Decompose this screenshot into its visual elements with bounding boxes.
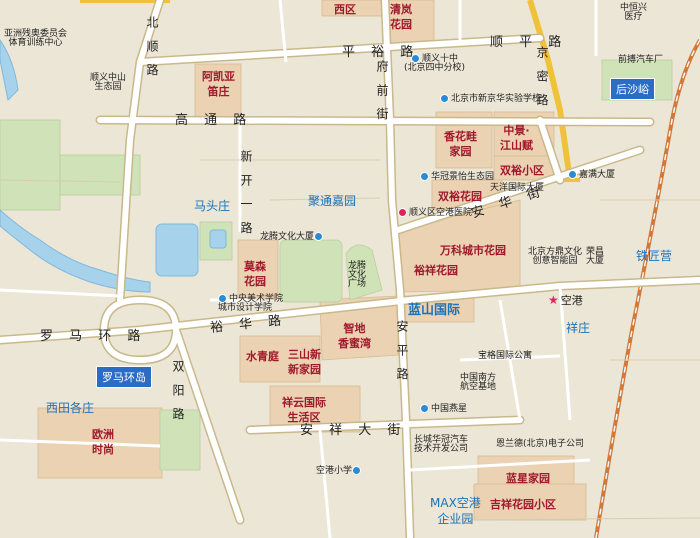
area-matouzhuang: 马头庄 [194,199,231,213]
area-xitiangezhuang: 西田各庄 [46,401,95,415]
district-xianghua: 香花畦 家园 [444,130,477,158]
poi-xinjinghua[interactable]: 北京市新京华实验学校 [440,94,541,104]
road-label-gaotong: 高 通 路 [175,113,253,128]
poi-qianyang-auto[interactable]: 前搏汽车厂 [618,56,663,65]
poi-huaguan-label: 华冠景怡生态园 [431,172,495,182]
road-label-luoma: 罗 马 环 路 [40,329,147,344]
star-icon: ★ [548,293,559,307]
poi-fangyuan[interactable]: 北京方鼎文化 创意智能园 [528,248,582,266]
district-shuangyu-xiaoqu: 双裕小区 [500,164,544,177]
poi-zhongheng[interactable]: 中恒兴 医疗 [620,4,647,22]
poi-jiaman-label: 嘉满大厦 [579,170,616,180]
poi-baosheng[interactable]: 宝格国际公寓 [478,352,532,361]
landmark-icon [420,172,429,181]
district-akaiya: 阿凯亚 笛庄 [202,70,235,98]
poi-shunyi-hospital[interactable]: 顺义区空港医院 [398,208,472,218]
poi-airport-primary-label: 空港小学 [316,466,353,476]
poi-art-academy-label: 中央美术学院 城市设计学院 [218,294,284,313]
poi-huaguan[interactable]: 华冠景怡生态园 [420,172,494,182]
poi-jiaman[interactable]: 嘉满大厦 [568,170,615,180]
road-label-xinkaiyi: 新 开 一 路 [239,150,253,238]
poi-nanfang-air[interactable]: 中国南方 航空基地 [460,374,496,392]
school-icon [411,54,420,63]
district-zhongjing: 中景· 江山赋 [500,124,533,152]
poi-airport-primary[interactable]: 空港小学 [316,466,363,476]
district-ouzhou: 欧洲 时尚 [92,428,114,456]
poi-airport[interactable]: ★ 空港 [548,294,583,306]
poi-yanjing[interactable]: 中国燕星 [420,404,467,414]
building-icon [568,170,577,179]
road-label-shunping: 顺 平 路 [490,35,568,50]
poi-airport-label: 空港 [560,294,583,307]
poi-xinjinghua-label: 北京市新京华实验学校 [451,94,542,104]
district-yuxiang: 裕祥花园 [414,264,458,277]
district-xiyuan: 西区 [334,3,356,16]
poi-changcheng[interactable]: 长城华冠汽车 技术开发公司 [414,436,468,454]
poi-shunyi-10th[interactable]: 顺义十中 (北京四中分校) [404,54,465,73]
district-wanke: 万科城市花园 [440,244,506,257]
district-xiangyun: 祥云国际 生活区 [282,396,326,424]
road-label-anxiang: 安 祥 大 街 [300,423,407,438]
railway-dash [595,39,700,538]
district-mosen: 莫森 花园 [244,260,266,288]
poi-tianyang[interactable]: 天洋国际大厦 [490,184,544,193]
landmark-icon [420,404,429,413]
road-label-shuangyang: 双 阳 路 [171,360,185,424]
road-label-anping: 安 平 路 [395,320,409,384]
district-qinglan: 清岚 花园 [390,3,412,31]
district-shuangyu-huayuan: 双裕花园 [438,190,482,203]
poi-xinlantian[interactable]: 恩兰德(北京)电子公司 [496,440,584,449]
map-canvas[interactable]: { "colors":{"background":"#ece6d6","resi… [0,0,700,538]
badge-houshayu[interactable]: 后沙峪 [610,78,655,100]
district-sanshan: 三山新 新家园 [288,348,321,376]
road-label-fuqian: 府 前 街 [375,60,389,124]
railway [594,38,700,538]
poi-longteng[interactable]: 龙腾文化大厦 [260,232,325,242]
school-icon [352,466,362,475]
district-zhidi: 智地 香蜜湾 [338,322,371,350]
building-icon [314,232,324,241]
poi-shunyi-zhongshan[interactable]: 顺义中山 生态园 [90,74,126,92]
district-landshan: 蓝山国际 [408,303,461,318]
district-shuiqingting: 水青庭 [246,350,279,363]
badge-luoma-island[interactable]: 罗马环岛 [96,366,152,388]
hospital-icon [398,208,407,217]
poi-rongyu[interactable]: 荣昌 大厦 [586,248,604,266]
poi-longteng-label: 龙腾文化大厦 [260,232,315,242]
poi-hospital-label: 顺义区空港医院 [409,208,473,218]
poi-longteng-square[interactable]: 龙腾 文化 广场 [348,262,366,289]
school-icon [440,94,449,103]
district-jixiang: 吉祥花园小区 [490,498,556,511]
area-jutong: 聚通嘉园 [308,194,357,208]
area-xiaozhuang: 祥庄 [566,321,591,335]
poi-art-academy[interactable]: 中央美术学院 城市设计学院 [218,294,283,313]
school-icon [218,294,227,303]
poi-yanjing-label: 中国燕星 [431,404,468,414]
area-tiejiaying: 铁匠营 [636,249,673,263]
poi-residents-committee[interactable]: 亚洲残奥委员会 体育训练中心 [4,30,67,48]
road-label-north: 北 顺 路 [145,16,159,80]
area-max-airport: MAX空港 企业园 [430,496,481,526]
district-lanxing: 蓝星家园 [506,472,550,485]
